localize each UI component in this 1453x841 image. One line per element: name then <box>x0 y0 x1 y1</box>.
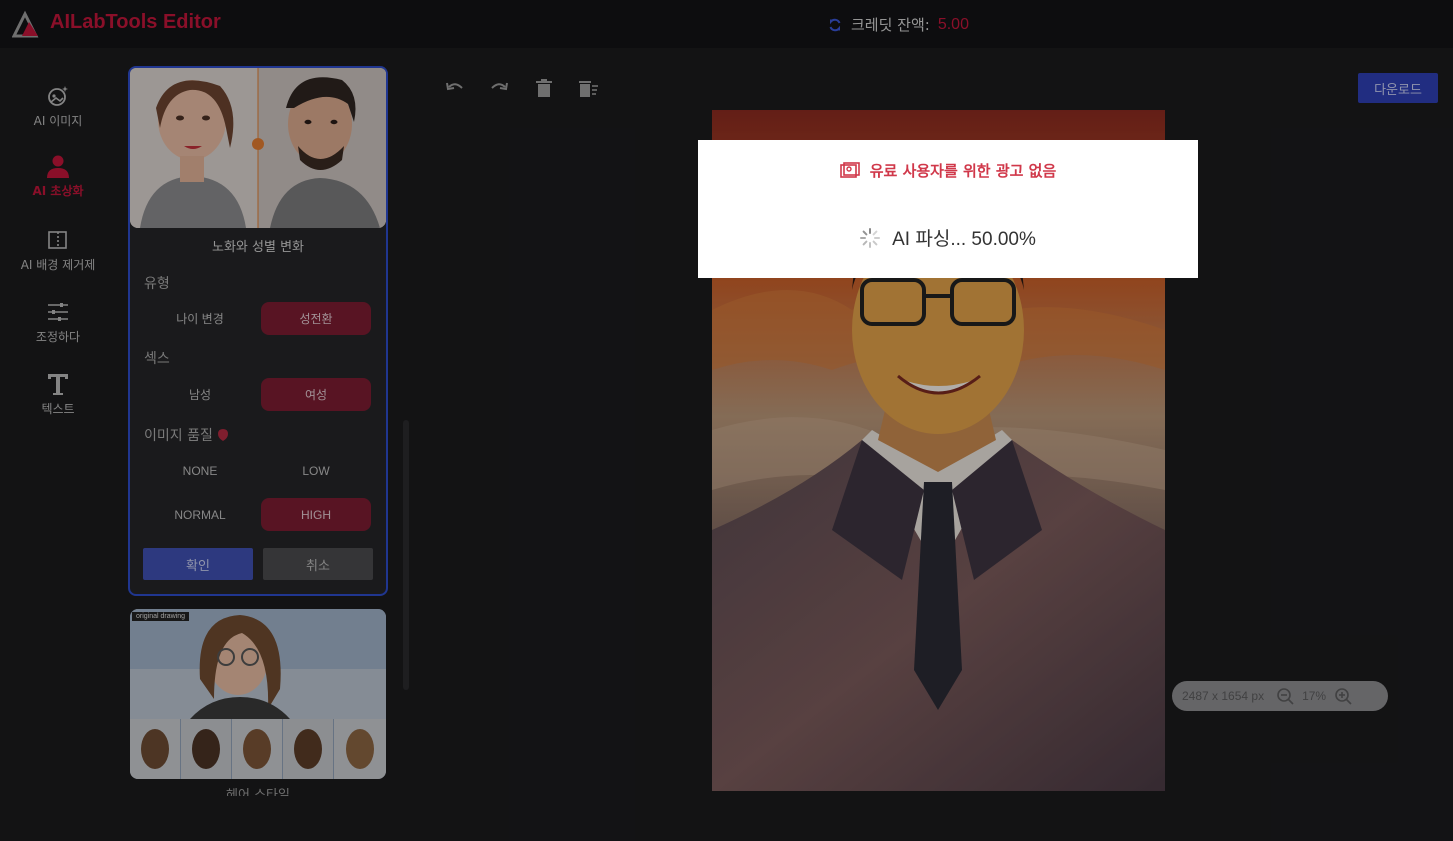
undo-icon[interactable] <box>444 78 466 100</box>
card-title: 노화와 성별 변화 <box>212 240 304 255</box>
zoom-control: 2487 x 1654 px 17% <box>1172 681 1388 711</box>
logo-icon <box>12 10 39 38</box>
sex-label: 섹스 <box>144 351 170 367</box>
clear-all-icon[interactable] <box>577 78 599 100</box>
quality-label: 이미지 품질 <box>144 428 213 444</box>
zoom-out-icon[interactable] <box>1276 687 1294 705</box>
zoom-level: 17% <box>1302 689 1327 703</box>
quality-section: 이미지 품질 <box>144 425 229 445</box>
progress-status: AI 파싱... 50.00% <box>698 224 1198 251</box>
card2-tag: original drawing <box>132 612 190 621</box>
redo-icon[interactable] <box>488 78 510 100</box>
ai-image-icon <box>48 86 68 106</box>
no-ads-text: 유료 사용자를 위한 광고 없음 <box>869 162 1057 180</box>
type-option-age[interactable]: 나이 변경 <box>145 302 255 335</box>
background-remove-icon <box>48 231 67 249</box>
aging-gender-preview <box>130 68 386 228</box>
portrait-icon <box>47 155 69 178</box>
app-header: AILabTools Editor 크레딧 잔액: 5.00 <box>0 0 1453 48</box>
hairstyle-card[interactable]: original drawing <box>130 609 386 779</box>
nav-label: 조정하다 <box>35 330 81 344</box>
sliders-icon <box>48 303 68 321</box>
hairstyle-preview <box>130 609 386 779</box>
premium-gem-icon <box>217 429 228 441</box>
nav-item-adjust[interactable]: 조정하다 <box>0 300 116 345</box>
no-ads-icon <box>839 161 860 178</box>
nav-label: AI 이미지 <box>33 114 83 128</box>
sex-option-female[interactable]: 여성 <box>261 378 371 411</box>
refresh-icon[interactable] <box>828 18 842 32</box>
nav-item-bg-remove[interactable]: AI 배경 제거제 <box>0 228 116 273</box>
nav-item-text[interactable]: 텍스트 <box>0 372 116 417</box>
nav-label: AI 배경 제거제 <box>20 258 96 272</box>
nav-item-ai-image[interactable]: AI 이미지 <box>0 84 116 129</box>
download-button[interactable]: 다운로드 <box>1358 73 1438 103</box>
nav-label: AI 초상화 <box>32 184 84 198</box>
processing-modal: 유료 사용자를 위한 광고 없음 AI 파싱... 50.00% <box>698 140 1198 278</box>
sex-option-male[interactable]: 남성 <box>145 378 255 411</box>
aging-gender-card[interactable]: 노화와 성별 변화 유형 나이 변경 성전환 섹스 남성 여성 이미지 품질 N… <box>128 66 388 596</box>
image-dimensions: 2487 x 1654 px <box>1182 689 1265 703</box>
type-label: 유형 <box>144 276 170 292</box>
left-nav: AI 이미지 AI 초상화 AI 배경 제거제 조정하다 텍스트 <box>0 48 116 841</box>
no-ads-notice[interactable]: 유료 사용자를 위한 광고 없음 <box>698 160 1198 181</box>
zoom-in-icon[interactable] <box>1334 687 1352 705</box>
credit-value: 5.00 <box>937 15 969 33</box>
preview-image <box>130 68 386 228</box>
delete-icon[interactable] <box>533 78 555 100</box>
spinner-icon <box>860 227 881 248</box>
credit-label: 크레딧 잔액: <box>851 16 930 34</box>
text-icon <box>48 374 68 395</box>
nav-item-ai-portrait[interactable]: AI 초상화 <box>0 154 116 199</box>
panel-scrollbar[interactable] <box>403 420 409 690</box>
nav-label: 텍스트 <box>41 402 75 416</box>
quality-option-normal[interactable]: NORMAL <box>145 498 255 531</box>
hairstyle-card-title: 헤어 스타일 <box>226 788 290 796</box>
quality-option-none[interactable]: NONE <box>145 454 255 487</box>
quality-option-low[interactable]: LOW <box>261 454 371 487</box>
progress-text: AI 파싱... 50.00% <box>892 229 1036 250</box>
type-option-gender[interactable]: 성전환 <box>261 302 371 335</box>
app-title: AILabTools Editor <box>50 11 221 33</box>
credit-balance: 크레딧 잔액: 5.00 <box>828 14 969 35</box>
cancel-button[interactable]: 취소 <box>263 548 373 580</box>
quality-option-high[interactable]: HIGH <box>261 498 371 531</box>
confirm-button[interactable]: 확인 <box>143 548 253 580</box>
